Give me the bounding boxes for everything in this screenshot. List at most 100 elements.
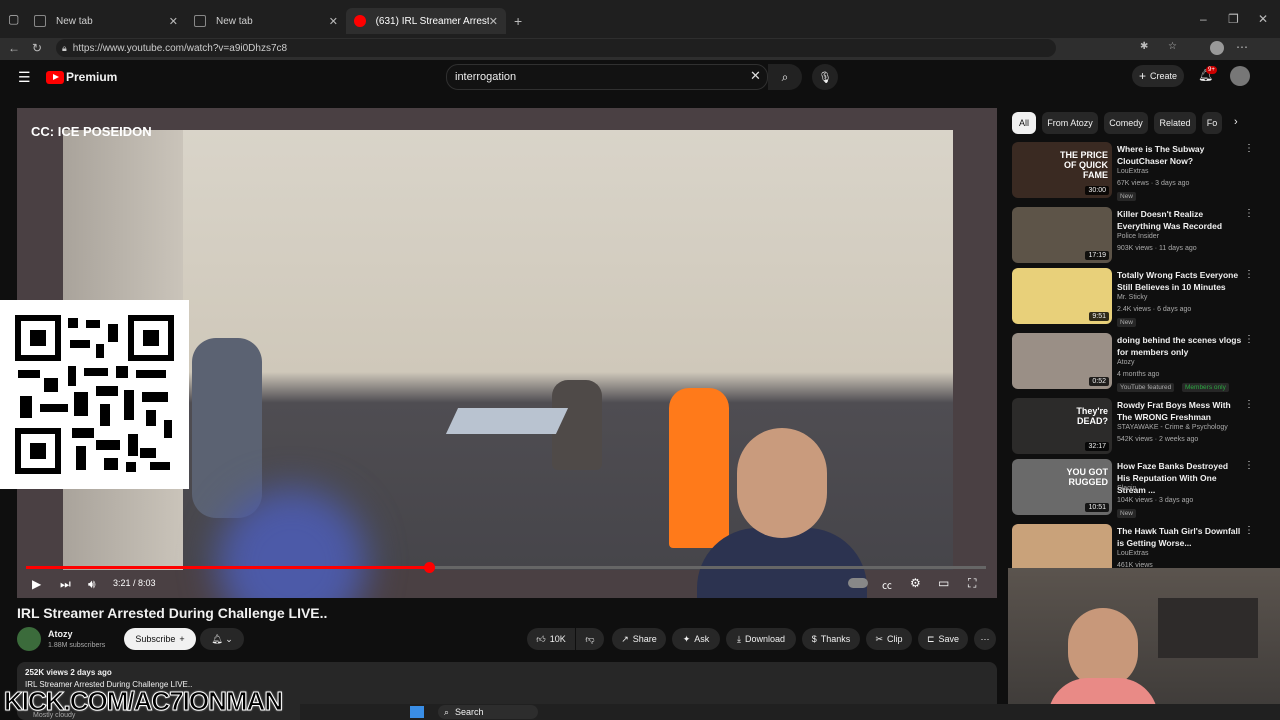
recommendation-channel[interactable]: LouExtras	[1117, 168, 1149, 175]
plus-icon: +	[179, 634, 185, 644]
taskbar-search[interactable]: ⌕ Search	[438, 705, 538, 719]
chip-related[interactable]: Related	[1154, 112, 1196, 134]
kick-overlay: KICK.COM/AC7IONMAN	[3, 686, 283, 717]
tab-title: New tab	[216, 15, 253, 27]
refresh-icon[interactable]: ↻	[32, 41, 42, 55]
channel-name[interactable]: Atozy	[48, 629, 73, 639]
more-icon[interactable]: ⋯	[1236, 40, 1248, 54]
recommendation-channel[interactable]: LouExtras	[1117, 550, 1149, 557]
clear-search-icon[interactable]: ✕	[750, 68, 761, 84]
captions-icon[interactable]: ㏄	[882, 577, 892, 592]
channel-avatar[interactable]	[17, 627, 41, 651]
ask-label: Ask	[694, 634, 710, 644]
tab-title: New tab	[56, 15, 93, 27]
youtube-logo[interactable]: Premium	[46, 70, 117, 84]
duration-badge: 32:17	[1085, 442, 1109, 451]
tab-youtube[interactable]: (631) IRL Streamer Arrested Durin ✕	[346, 8, 506, 34]
download-icon: ⤓	[736, 633, 741, 644]
recommendation-channel[interactable]: Mr. Sticky	[1117, 294, 1147, 301]
menu-icon[interactable]: ☰	[18, 69, 31, 86]
recommendation-thumbnail[interactable]: THE PRICE OF QUICK FAME 30:00	[1012, 142, 1112, 198]
recommendation-channel[interactable]: Atozy	[1117, 359, 1135, 366]
search-input[interactable]: interrogation	[446, 64, 768, 90]
video-frame-person	[697, 528, 867, 598]
save-button[interactable]: ⊏ Save	[918, 628, 968, 650]
window-close-icon[interactable]: ✕	[1258, 12, 1268, 26]
recommendation-channel[interactable]: Slaqin	[1117, 485, 1136, 492]
maximize-icon[interactable]: ❐	[1228, 12, 1239, 26]
create-label: Create	[1150, 71, 1178, 81]
recommendation-views: 903K views · 11 days ago	[1117, 245, 1197, 252]
autoplay-toggle[interactable]	[848, 578, 868, 588]
recommendation-thumbnail[interactable]: 9:51	[1012, 268, 1112, 324]
recommendation-title[interactable]: Rowdy Frat Boys Mess With The WRONG Fres…	[1117, 399, 1242, 423]
recommendation-title[interactable]: doing behind the scenes vlogs for member…	[1117, 334, 1242, 358]
tab-new-2[interactable]: New tab ✕	[186, 8, 346, 34]
download-button[interactable]: ⤓ Download	[726, 628, 796, 650]
volume-icon[interactable]: 🔊︎	[88, 577, 96, 592]
save-label: Save	[938, 634, 960, 644]
more-options-icon[interactable]: ⋮	[1244, 399, 1254, 410]
recommendation-thumbnail[interactable]: 17:19	[1012, 207, 1112, 263]
recommendation-title[interactable]: Where is The Subway CloutChaser Now?	[1117, 143, 1242, 167]
recommendation-title[interactable]: Totally Wrong Facts Everyone Still Belie…	[1117, 269, 1242, 293]
recommendation-title[interactable]: Killer Doesn't Realize Everything Was Re…	[1117, 208, 1242, 232]
recommendation-thumbnail[interactable]: YOU GOT RUGGED 10:51	[1012, 459, 1112, 515]
create-button[interactable]: + Create	[1132, 65, 1184, 87]
chip-comedy[interactable]: Comedy	[1104, 112, 1148, 134]
tab-actions-icon[interactable]: ▢	[8, 12, 19, 26]
next-icon[interactable]: ⏭︎	[60, 577, 71, 592]
settings-icon[interactable]: ⚙	[910, 576, 921, 590]
chip-from-atozy[interactable]: From Atozy	[1042, 112, 1098, 134]
url-bar[interactable]: 🔒︎ https://www.youtube.com/watch?v=a9i0D…	[56, 39, 1056, 57]
chevron-right-icon[interactable]: ›	[1234, 116, 1238, 128]
close-icon[interactable]: ✕	[489, 15, 498, 28]
more-actions-button[interactable]: ⋯	[974, 628, 996, 650]
more-options-icon[interactable]: ⋮	[1244, 269, 1254, 280]
more-options-icon[interactable]: ⋮	[1244, 525, 1254, 536]
chip-all[interactable]: All	[1012, 112, 1036, 134]
notifications-button[interactable]: 🔔︎ ⌄	[200, 628, 244, 650]
dislike-button[interactable]: 👎︎	[576, 628, 604, 650]
like-button[interactable]: 👍︎ 10K	[527, 628, 575, 650]
qr-code	[0, 300, 189, 489]
recommendation-channel[interactable]: Police Insider	[1117, 233, 1159, 240]
extensions-icon[interactable]: ✱	[1140, 41, 1148, 52]
account-avatar[interactable]	[1230, 66, 1250, 86]
profile-avatar[interactable]	[1210, 41, 1224, 55]
new-tab-icon[interactable]: +	[514, 13, 522, 29]
ask-button[interactable]: ✦ Ask	[672, 628, 720, 650]
more-options-icon[interactable]: ⋮	[1244, 143, 1254, 154]
subscribe-button[interactable]: Subscribe +	[124, 628, 196, 650]
play-icon[interactable]: ▶	[32, 577, 41, 591]
chip-more[interactable]: Fo	[1202, 112, 1222, 134]
recommendation-title[interactable]: The Hawk Tuah Girl's Downfall is Getting…	[1117, 525, 1242, 549]
more-options-icon[interactable]: ⋮	[1244, 208, 1254, 219]
thanks-button[interactable]: $ Thanks	[802, 628, 860, 650]
search-button[interactable]: ⌕	[768, 64, 802, 90]
share-button[interactable]: ↗ Share	[612, 628, 666, 650]
more-options-icon[interactable]: ⋮	[1244, 460, 1254, 471]
voice-search-button[interactable]: 🎙︎	[812, 64, 838, 90]
tab-favicon-icon	[194, 15, 206, 27]
search-icon: ⌕	[444, 706, 450, 717]
close-icon[interactable]: ✕	[169, 15, 178, 28]
tab-new-1[interactable]: New tab ✕	[26, 8, 186, 34]
back-icon[interactable]: ←	[8, 41, 20, 55]
windows-start-icon[interactable]	[410, 706, 424, 718]
notification-badge: 9+	[1206, 66, 1217, 74]
theater-mode-icon[interactable]: ▭	[938, 576, 949, 590]
close-icon[interactable]: ✕	[329, 15, 338, 28]
fullscreen-icon[interactable]: ⛶	[968, 576, 976, 591]
minimize-icon[interactable]: –	[1200, 12, 1207, 26]
recommendation-thumbnail[interactable]: 0:52	[1012, 333, 1112, 389]
clip-button[interactable]: ✂ Clip	[866, 628, 912, 650]
duration-badge: 0:52	[1089, 377, 1109, 386]
favorites-icon[interactable]: ☆	[1168, 41, 1177, 52]
thumbnail-text: They're DEAD?	[1076, 406, 1108, 426]
recommendation-channel[interactable]: STAYAWAKE - Crime & Psychology	[1117, 424, 1228, 431]
recommendation-thumbnail[interactable]: They're DEAD? 32:17	[1012, 398, 1112, 454]
more-options-icon[interactable]: ⋮	[1244, 334, 1254, 345]
thanks-label: Thanks	[820, 634, 851, 644]
mic-icon: 🎙︎	[818, 71, 832, 84]
